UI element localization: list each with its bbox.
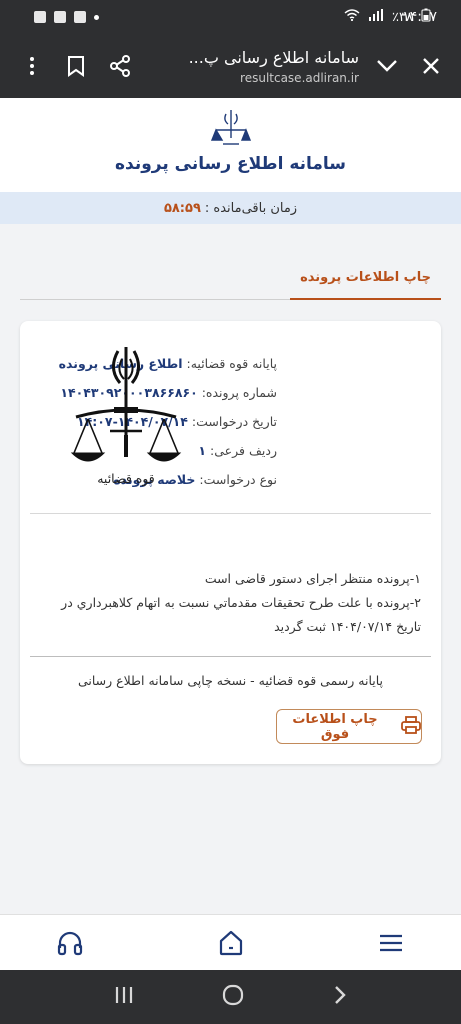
scales-of-justice-icon — [70, 347, 182, 462]
menu-button[interactable] — [369, 921, 413, 965]
status-left — [34, 11, 99, 23]
print-button-label: چاپ اطلاعات فوق — [292, 711, 378, 742]
home-button[interactable] — [209, 921, 253, 965]
divider — [30, 656, 431, 657]
recents-button[interactable] — [114, 986, 134, 1008]
print-button[interactable]: چاپ اطلاعات فوق — [276, 709, 422, 744]
status-bar: ٪۳۸ ۱۴:۰۷ — [0, 0, 461, 34]
sb-notification-icon-3 — [74, 11, 86, 23]
print-footer-note: پایانه رسمی قوه قضائیه - نسخه چاپی سامان… — [77, 673, 384, 688]
tab-print-case-info[interactable]: چاپ اطلاعات پرونده — [290, 256, 441, 300]
session-timer: زمان باقی‌مانده : ۵۸:۵۹ — [0, 192, 461, 224]
info-label: تاریخ درخواست: — [191, 414, 277, 429]
divider — [30, 513, 431, 514]
info-label: شماره پرونده: — [201, 385, 277, 400]
browser-page-title: سامانه اطلاع رسانی پ... — [188, 47, 359, 67]
status-line-2: ۲-پرونده با علت طرح تحقیقات مقدماتي نسبت… — [61, 595, 421, 634]
clock-text: ۱۴:۰۷ — [402, 9, 437, 25]
tab-bar: چاپ اطلاعات پرونده — [20, 256, 441, 300]
info-label: نوع درخواست: — [199, 472, 277, 487]
close-button[interactable] — [409, 44, 453, 88]
page-title-area[interactable]: سامانه اطلاع رسانی پ... resultcase.adlir… — [142, 48, 365, 85]
headset-icon — [57, 931, 83, 955]
site-header: سامانه اطلاع رسانی پرونده — [0, 98, 461, 192]
logo-caption: قوه قضائیه — [97, 471, 155, 486]
back-button[interactable] — [333, 985, 347, 1009]
system-navigation-bar — [0, 970, 461, 1024]
chevron-right-icon — [334, 986, 346, 1004]
browser-url: resultcase.adliran.ir — [240, 70, 359, 85]
bottom-navigation — [0, 914, 461, 970]
signal-icon — [368, 9, 384, 25]
browser-toolbar: سامانه اطلاع رسانی پ... resultcase.adlir… — [0, 34, 461, 98]
wifi-icon — [344, 9, 360, 25]
sb-notification-icon-2 — [54, 11, 66, 23]
timer-label: زمان باقی‌مانده : — [204, 200, 298, 216]
site-title: سامانه اطلاع رسانی پرونده — [114, 154, 347, 174]
more-menu-button[interactable] — [10, 44, 54, 88]
case-info-card: پایانه قوه قضائیه: اطلاع رسانی پرونده شم… — [20, 321, 441, 764]
circle-home-icon — [223, 984, 244, 1006]
info-value: ۱ — [198, 443, 207, 458]
collapse-button[interactable] — [365, 44, 409, 88]
support-button[interactable] — [48, 921, 92, 965]
status-line-1: ۱-پرونده منتظر اجرای دستور قاضی است — [204, 571, 421, 586]
hamburger-icon — [380, 934, 402, 951]
sb-notification-icon — [34, 11, 46, 23]
case-status-description: ۱-پرونده منتظر اجرای دستور قاضی است ۲-پر… — [36, 567, 421, 639]
recents-icon — [116, 987, 133, 1003]
sb-dot-icon — [94, 14, 99, 20]
printer-icon — [401, 715, 421, 738]
judiciary-logo: قوه قضائیه — [56, 343, 196, 486]
judiciary-emblem-icon — [210, 110, 251, 145]
share-button[interactable] — [98, 44, 142, 88]
info-label: ردیف فرعی: — [210, 443, 277, 458]
system-home-button[interactable] — [222, 984, 244, 1010]
home-icon — [219, 930, 242, 955]
info-label: پایانه قوه قضائیه: — [186, 356, 277, 371]
bookmark-button[interactable] — [54, 44, 98, 88]
timer-value: ۵۸:۵۹ — [163, 200, 201, 216]
